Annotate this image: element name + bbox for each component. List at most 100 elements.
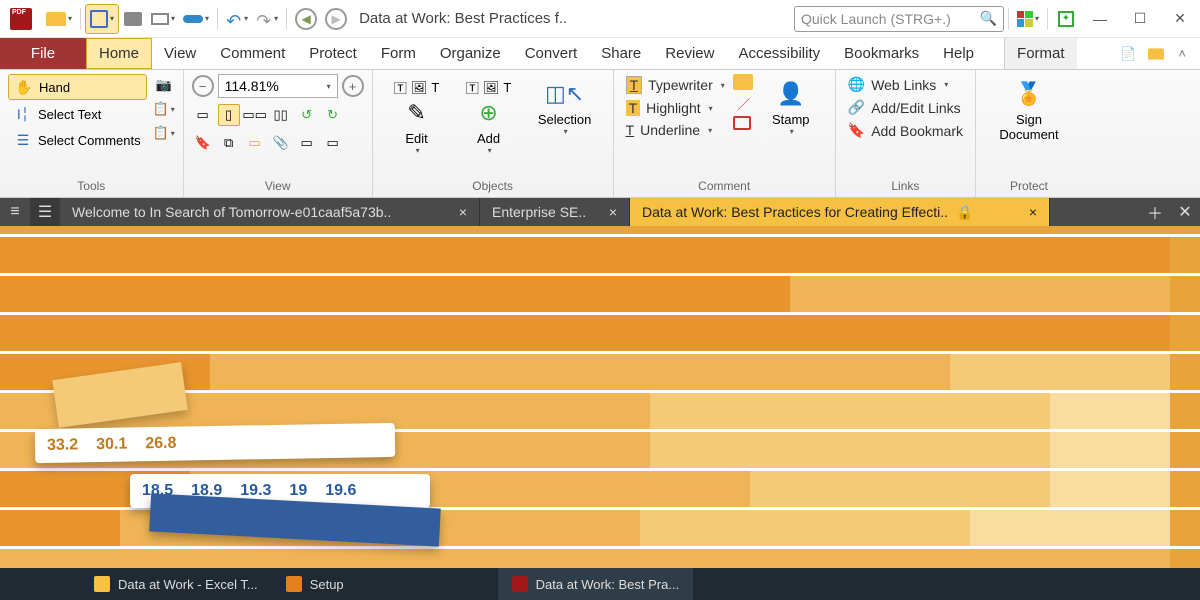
menu-share[interactable]: Share [589,38,653,69]
rotate-cw-icon[interactable]: ↻ [322,104,344,126]
sticky-note-icon[interactable] [733,74,753,90]
val: 19.6 [325,482,356,500]
search-icon: 🔍 [980,10,997,27]
quick-launch-input[interactable]: Quick Launch (STRG+.) 🔍 [794,6,1004,32]
close-all-button[interactable]: ✕ [1170,198,1200,226]
copy-icon[interactable]: ⧉ [218,132,240,154]
pencil-icon: ✎ [401,97,433,129]
folder-icon[interactable] [1144,42,1168,66]
page-cont-icon[interactable]: ▯ [218,104,240,126]
save-button[interactable]: ▾ [85,4,119,34]
group-view: − 114.81%▾ + ▭ ▯ ▭▭ ▯▯ ↺ ↻ 🔖 ⧉ ▭ 📎 ▭ ▭ V… [184,70,373,197]
web-links-button[interactable]: 🌐Web Links▾ [844,74,953,95]
rotate-ccw-icon[interactable]: ↺ [296,104,318,126]
task-pdf[interactable]: Data at Work: Best Pra... [498,568,694,600]
menu-protect[interactable]: Protect [297,38,369,69]
bookmark-icon: 🔖 [848,122,865,139]
doc-tab-3[interactable]: Data at Work: Best Practices for Creatin… [630,198,1050,226]
add-button[interactable]: 🅃🖼T ⊕ Add▾ [453,74,525,159]
app-icon [0,4,42,34]
print-button[interactable] [119,4,147,34]
find-icon[interactable]: 📄 [1116,42,1140,66]
panel-toggle-button[interactable]: ≡ [0,198,30,226]
fullscreen-button[interactable]: ✦ [1052,4,1080,34]
new-tab-button[interactable]: ＋ [1140,198,1170,226]
menu-convert[interactable]: Convert [513,38,590,69]
snapshot-icon[interactable]: 📷 [153,74,175,96]
scan-button[interactable]: ▾ [179,4,213,34]
attach-icon[interactable]: 📎 [270,132,292,154]
zoom-input[interactable]: 114.81%▾ [218,74,338,98]
menu-format[interactable]: Format [1004,38,1077,69]
menu-accessibility[interactable]: Accessibility [726,38,832,69]
comments-icon: ☰ [14,131,32,149]
addedit-links-button[interactable]: 🔗Add/Edit Links [844,97,965,118]
nav-fwd-button[interactable]: ▶ [321,4,351,34]
note-icon[interactable]: ▭ [244,132,266,154]
page-single-icon[interactable]: ▭ [192,104,214,126]
task-excel[interactable]: Data at Work - Excel T... [80,568,272,600]
add-bookmark-button[interactable]: 🔖Add Bookmark [844,120,967,141]
ui-options-button[interactable]: ▾ [1013,4,1043,34]
addedit-links-label: Add/Edit Links [871,100,961,116]
page-two-icon[interactable]: ▭▭ [244,104,266,126]
undo-button[interactable]: ▾ [222,4,252,34]
clipboard2-icon[interactable]: 📋▾ [153,122,175,144]
cog-page-icon[interactable]: ▭ [322,132,344,154]
page-two-cont-icon[interactable]: ▯▯ [270,104,292,126]
typewriter-button[interactable]: T̲Typewriter▾ [622,74,729,96]
stamp-button[interactable]: 👤 Stamp▾ [755,74,827,140]
zoom-out-button[interactable]: − [192,75,214,97]
mail-button[interactable]: ▾ [147,4,179,34]
setup-icon [286,576,302,592]
close-icon[interactable]: × [1019,204,1037,220]
tab-list-button[interactable]: ☰ [30,198,60,226]
rect-red-icon[interactable] [733,116,751,130]
selection-button[interactable]: ◫↖ Selection▾ [525,74,605,140]
file-menu[interactable]: File [0,38,86,69]
typewriter-icon: T̲ [626,76,643,94]
page-icon[interactable]: ▭ [296,132,318,154]
open-button[interactable]: ▾ [42,4,76,34]
close-icon[interactable]: × [449,204,467,220]
menu-form[interactable]: Form [369,38,428,69]
task-setup[interactable]: Setup [272,568,358,600]
collapse-ribbon-button[interactable]: ˄ [1170,46,1194,61]
hand-tool[interactable]: ✋Hand [8,74,147,100]
close-icon[interactable]: × [599,204,617,220]
edit-img-icon: 🖼 [411,80,428,96]
underline-button[interactable]: TUnderline▾ [622,120,729,140]
group-comment: T̲Typewriter▾ THighlight▾ TUnderline▾ ／ … [614,70,836,197]
menu-view[interactable]: View [152,38,208,69]
menu-help[interactable]: Help [931,38,986,69]
select-text-tool[interactable]: I╎Select Text [8,102,147,126]
hand-icon: ✋ [15,78,33,96]
minimize-button[interactable]: ― [1080,4,1120,34]
window-title: Data at Work: Best Practices f.. [351,10,794,27]
maximize-button[interactable]: ☐ [1120,4,1160,34]
edit-button[interactable]: 🅃🖼T ✎ Edit▾ [381,74,453,159]
menu-comment[interactable]: Comment [208,38,297,69]
menu-home[interactable]: Home [86,38,152,69]
menu-organize[interactable]: Organize [428,38,513,69]
sign-document-button[interactable]: 🏅 Sign Document [984,74,1074,146]
redo-button[interactable]: ▾ [252,4,282,34]
comment-group-label: Comment [622,177,827,197]
zoom-in-button[interactable]: + [342,75,364,97]
highlight-icon: T [626,100,641,116]
menu-bookmarks[interactable]: Bookmarks [832,38,931,69]
close-button[interactable]: ✕ [1160,4,1200,34]
doc-tab-2[interactable]: Enterprise SE..× [480,198,630,226]
nav-back-button[interactable]: ◀ [291,4,321,34]
select-text-label: Select Text [38,107,101,122]
pencil-red-icon[interactable]: ／ [733,92,755,114]
select-comments-tool[interactable]: ☰Select Comments [8,128,147,152]
doc-tab-1[interactable]: Welcome to In Search of Tomorrow-e01caaf… [60,198,480,226]
clipboard-icon[interactable]: 📋▾ [153,98,175,120]
document-view[interactable]: 33.2 30.1 26.8 18.5 18.9 19.3 19 19.6 [0,226,1200,568]
menu-review[interactable]: Review [653,38,726,69]
doc-tab-1-label: Welcome to In Search of Tomorrow-e01caaf… [72,204,391,220]
highlight-button[interactable]: THighlight▾ [622,98,729,118]
val: 19.3 [240,482,271,500]
bookmark-ribbon-icon[interactable]: 🔖 [192,132,214,154]
